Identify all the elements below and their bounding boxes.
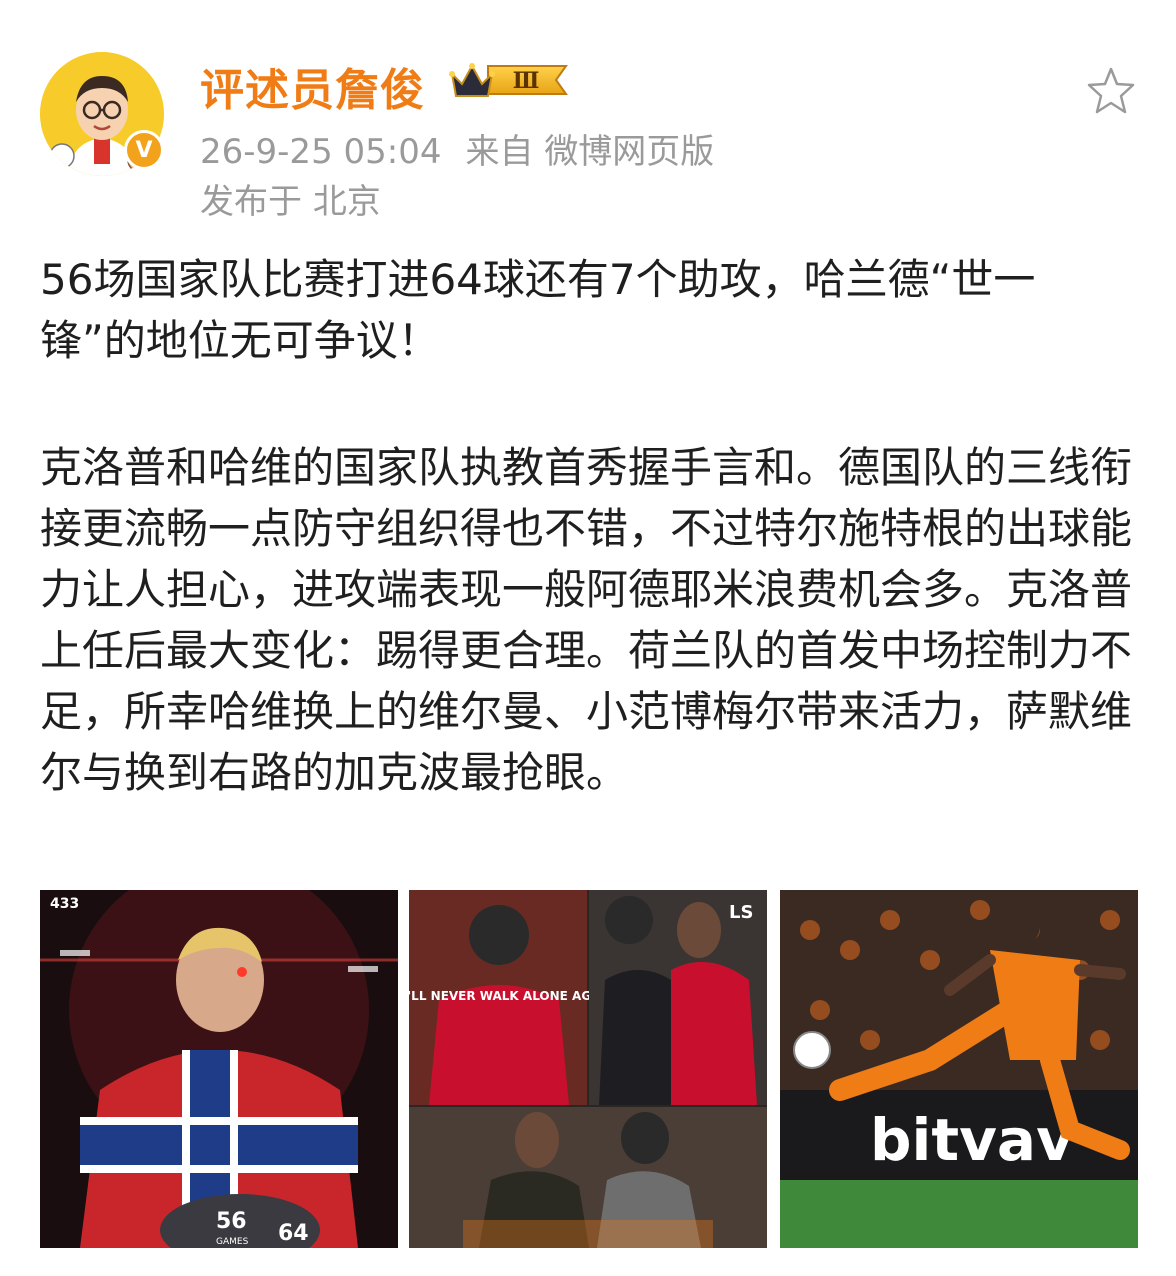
post-image-3[interactable]: bitvav (780, 890, 1138, 1248)
post-image-1[interactable]: 56 GAMES 64 433 (40, 890, 398, 1248)
image-1-ball-text-b: GAMES (216, 1237, 249, 1247)
image-2-corner-tag: LS (729, 902, 754, 923)
vip-level-text: Ⅲ (513, 68, 540, 94)
post-location: 北京 (312, 182, 381, 222)
star-outline-icon (1087, 67, 1135, 114)
post-meta-line: 26-9-25 05:04 来自 微博网页版 (200, 124, 714, 173)
favorite-star-button[interactable] (1086, 66, 1136, 116)
source-prefix: 来自 (465, 132, 534, 172)
post-image-2[interactable]: I'LL NEVER WALK ALONE AGAIN LS (409, 890, 767, 1248)
image-3-board-text: bitvav (870, 1106, 1074, 1174)
post-source[interactable]: 微博网页版 (544, 132, 714, 172)
image-1-ball-text-c: 64 (278, 1221, 309, 1246)
verified-badge-icon: V (124, 130, 164, 170)
crown-icon: Ⅲ (449, 63, 568, 97)
vip-level-badge[interactable]: Ⅲ (448, 58, 570, 102)
post-text-paragraph-1: 56场国家队比赛打进64球还有7个助攻，哈兰德“世一锋”的地位无可争议！ (40, 255, 1036, 365)
post-location-line: 发布于 北京 (200, 174, 381, 223)
author-name[interactable]: 评述员詹俊 (200, 54, 425, 118)
post-timestamp[interactable]: 26-9-25 05:04 (200, 132, 442, 172)
image-1-ball-text-a: 56 (216, 1209, 247, 1234)
image-1-corner-tag: 433 (50, 896, 80, 912)
post-text-paragraph-2: 克洛普和哈维的国家队执教首秀握手言和。德国队的三线衔接更流畅一点防守组织得也不错… (40, 443, 1133, 797)
image-2-shirt-text: I'LL NEVER WALK ALONE AGAIN (409, 989, 615, 1003)
location-prefix: 发布于 (200, 182, 302, 222)
